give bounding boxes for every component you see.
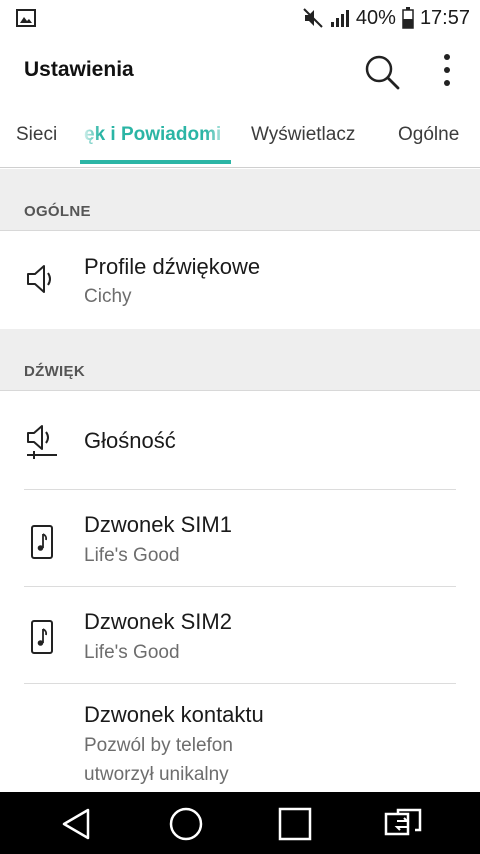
tab-sound-notifications-label: ęk i Powiadomi [84,124,222,145]
battery-icon [402,7,414,29]
status-bar: 40% 17:57 [0,0,480,36]
sound-profile-item[interactable]: Profile dźwiękowe Cichy [0,231,480,329]
recents-icon[interactable] [275,804,315,844]
clock: 17:57 [419,6,470,29]
sound-profile-title: Profile dźwiękowe [84,254,261,279]
mute-icon [303,8,323,28]
signal-icon [330,10,349,27]
ringtone-sim1-item[interactable]: Dzwonek SIM1 Life's Good [0,490,480,586]
tab-wyswietlacz[interactable]: Wyświetlacz [251,124,355,146]
back-icon[interactable] [56,804,96,844]
section-header-label: DŹWIĘK [24,363,85,380]
contact-ringtone-subtitle-line2: utworzył unikalny [84,764,229,785]
ringtone-sim1-subtitle: Life's Good [84,545,180,566]
search-icon[interactable] [362,52,402,92]
tab-fade-left [80,106,100,164]
sound-profile-subtitle: Cichy [84,286,132,307]
section-header-sound: DŹWIĘK [0,329,480,391]
tab-fade-right [206,106,231,164]
dual-window-icon[interactable] [383,804,423,844]
ringtone-sim2-item[interactable]: Dzwonek SIM2 Life's Good [0,587,480,683]
battery-percent: 40% [355,6,396,29]
volume-slider-icon [27,425,57,459]
section-header-general: OGÓLNE [0,169,480,231]
home-icon[interactable] [166,804,206,844]
gallery-icon [16,9,36,27]
ringtone-sim1-title: Dzwonek SIM1 [84,512,232,537]
contact-ringtone-item[interactable]: Dzwonek kontaktu Pozwól by telefon utwor… [0,684,480,792]
contact-ringtone-title: Dzwonek kontaktu [84,702,264,727]
ringtone-sim2-subtitle: Life's Good [84,642,180,663]
page-title: Ustawienia [24,58,134,81]
volume-item[interactable]: Głośność [0,391,480,489]
section-header-label: OGÓLNE [24,203,91,220]
contact-ringtone-subtitle-line1: Pozwól by telefon [84,735,233,756]
ringtone-icon [31,525,53,559]
ringtone-sim2-title: Dzwonek SIM2 [84,609,232,634]
speaker-icon [27,265,51,293]
tab-sieci[interactable]: Sieci [16,124,57,146]
navigation-bar [0,792,480,854]
ringtone-icon [31,620,53,654]
tab-bar: Sieci ęk i Powiadomi Wyświetlacz Ogólne [0,106,480,168]
active-tab-indicator [80,160,231,164]
app-bar: Ustawienia [0,36,480,106]
tab-ogolne[interactable]: Ogólne [398,124,459,146]
settings-list: OGÓLNE Profile dźwiękowe Cichy DŹWIĘK Gł… [0,169,480,792]
volume-title: Głośność [84,428,176,453]
more-vert-icon[interactable] [430,50,464,90]
